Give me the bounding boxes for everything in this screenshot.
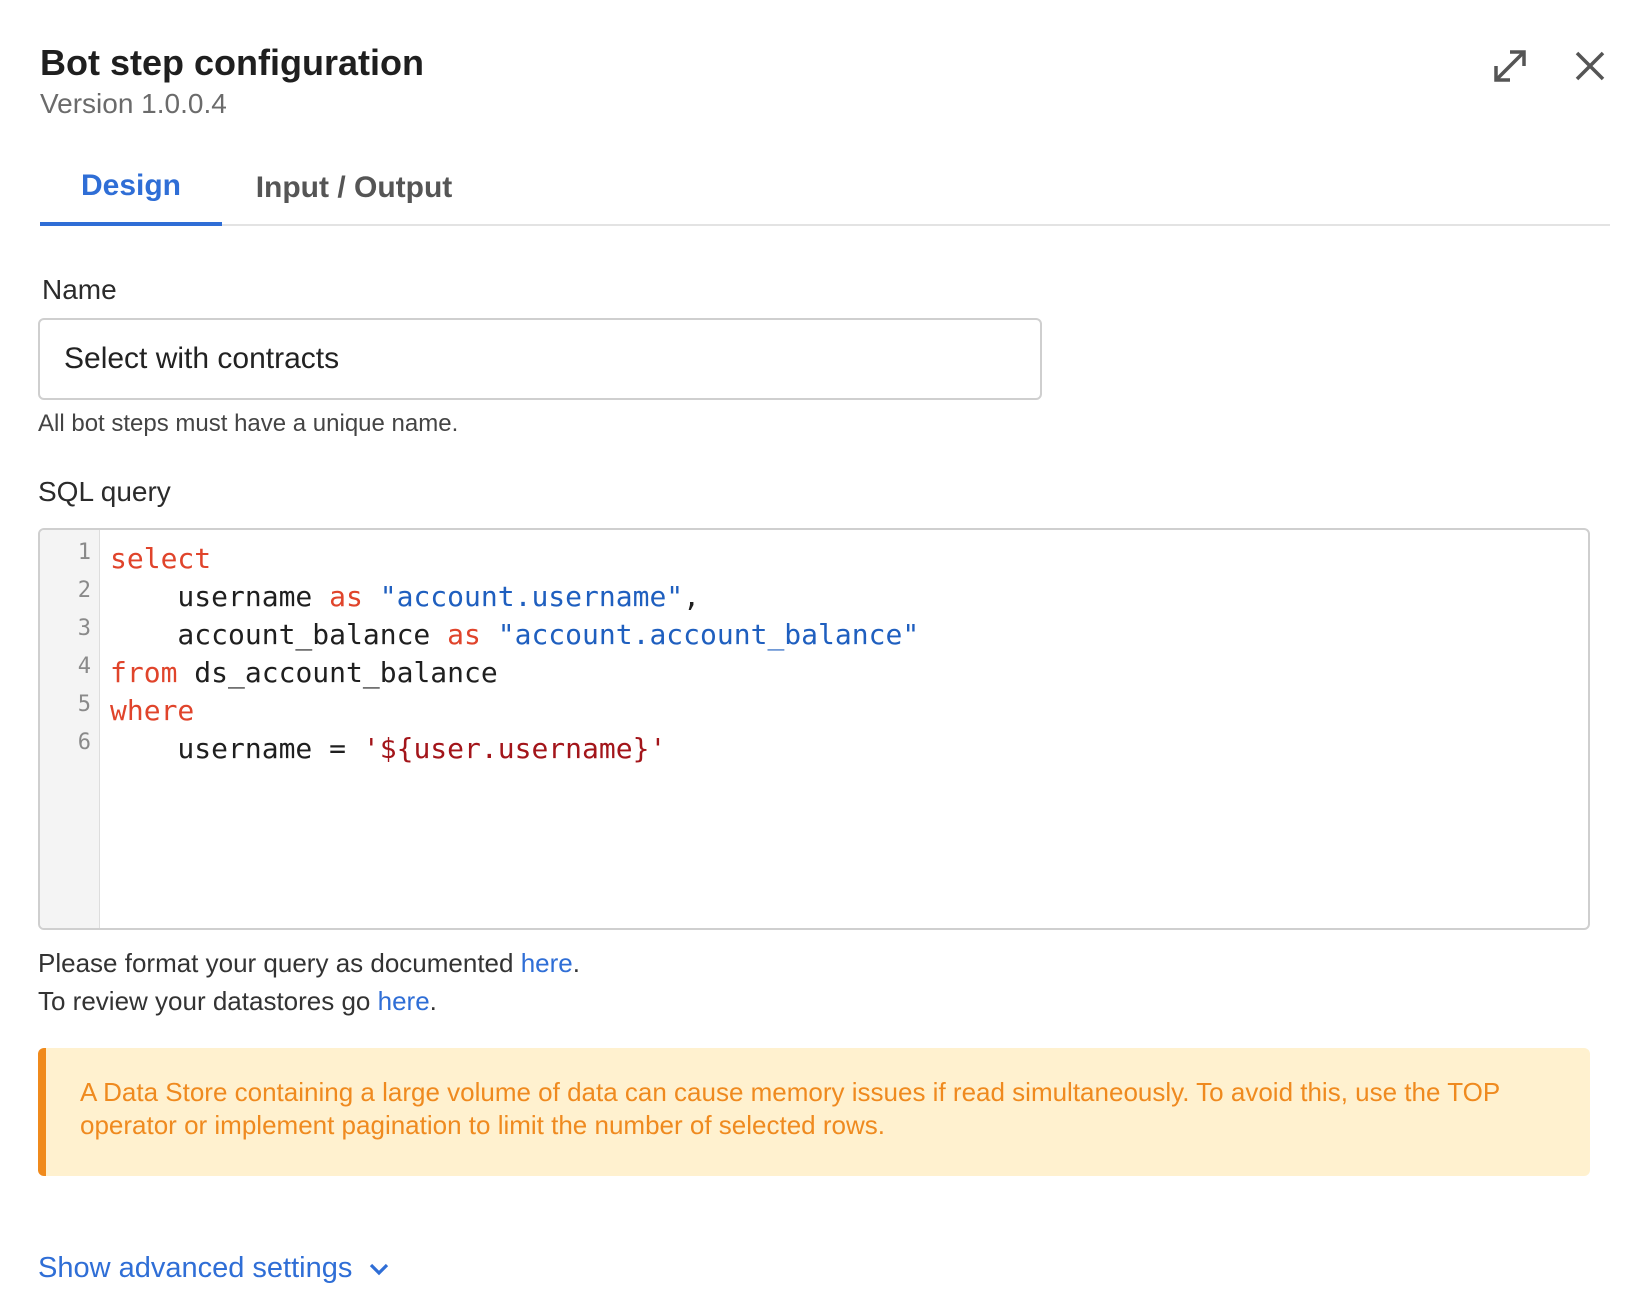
sql-keyword: as bbox=[447, 618, 481, 651]
name-helper-text: All bot steps must have a unique name. bbox=[38, 410, 459, 437]
sql-query-label: SQL query bbox=[38, 476, 171, 507]
line-number: 1 bbox=[77, 540, 91, 565]
sql-text: username bbox=[110, 580, 330, 613]
memory-warning-text: A Data Store containing a large volume o… bbox=[80, 1077, 1500, 1140]
sql-code-line: select bbox=[110, 542, 211, 575]
line-number-gutter: 1 2 3 4 5 6 bbox=[40, 530, 100, 928]
sql-text: ds_account_balance bbox=[177, 656, 498, 689]
bot-step-configuration-panel: Bot step configuration Version 1.0.0.4 D… bbox=[0, 0, 1636, 1311]
sql-text: username = bbox=[110, 732, 363, 765]
line-number: 2 bbox=[77, 578, 91, 603]
tab-design[interactable]: Design bbox=[40, 150, 222, 226]
name-input[interactable] bbox=[38, 318, 1042, 400]
chevron-down-icon bbox=[368, 1262, 390, 1276]
sql-string: "account.username" bbox=[379, 580, 684, 613]
sql-keyword: where bbox=[110, 694, 195, 727]
sql-text: account_balance bbox=[110, 618, 448, 651]
datastores-note-period: . bbox=[429, 986, 437, 1016]
tab-bar: Design Input / Output bbox=[40, 150, 1610, 226]
datastores-link[interactable]: here bbox=[378, 986, 430, 1016]
line-number: 5 bbox=[77, 692, 91, 717]
query-format-note: Please format your query as documented h… bbox=[38, 948, 580, 979]
sql-text: , bbox=[683, 580, 701, 613]
sql-keyword: as bbox=[329, 580, 363, 613]
sql-string: "account.account_balance" bbox=[497, 618, 920, 651]
sql-code-line: where bbox=[110, 694, 194, 727]
tab-input-output[interactable]: Input / Output bbox=[240, 150, 468, 226]
query-format-docs-link[interactable]: here bbox=[521, 948, 573, 978]
query-format-note-text: Please format your query as documented bbox=[38, 948, 521, 978]
line-number: 6 bbox=[77, 730, 91, 755]
show-advanced-settings-toggle[interactable]: Show advanced settings bbox=[38, 1252, 390, 1285]
sql-code-line: account_balance as "account.account_bala… bbox=[110, 618, 919, 651]
query-format-note-period: . bbox=[572, 948, 580, 978]
sql-string: '${user.username}' bbox=[362, 732, 667, 765]
datastores-note-text: To review your datastores go bbox=[38, 986, 378, 1016]
sql-keyword: select bbox=[110, 542, 212, 575]
close-button[interactable] bbox=[1564, 40, 1616, 92]
close-icon bbox=[1575, 51, 1605, 81]
name-field-label: Name bbox=[42, 274, 117, 305]
line-number: 4 bbox=[77, 654, 91, 679]
memory-warning-alert: A Data Store containing a large volume o… bbox=[38, 1048, 1590, 1176]
show-advanced-settings-label: Show advanced settings bbox=[38, 1252, 353, 1284]
version-label: Version 1.0.0.4 bbox=[40, 88, 227, 119]
sql-code-line: from ds_account_balance bbox=[110, 656, 498, 689]
expand-button[interactable] bbox=[1484, 40, 1536, 92]
line-number: 3 bbox=[77, 616, 91, 641]
datastores-note: To review your datastores go here. bbox=[38, 986, 437, 1017]
sql-keyword: from bbox=[110, 656, 178, 689]
panel-title: Bot step configuration bbox=[40, 42, 424, 83]
expand-icon bbox=[1494, 50, 1526, 82]
sql-query-editor[interactable]: 1 2 3 4 5 6 select username as "account.usern… bbox=[38, 528, 1590, 930]
sql-code-line: username as "account.username", bbox=[110, 580, 700, 613]
sql-code-line: username = '${user.username}' bbox=[110, 732, 666, 765]
